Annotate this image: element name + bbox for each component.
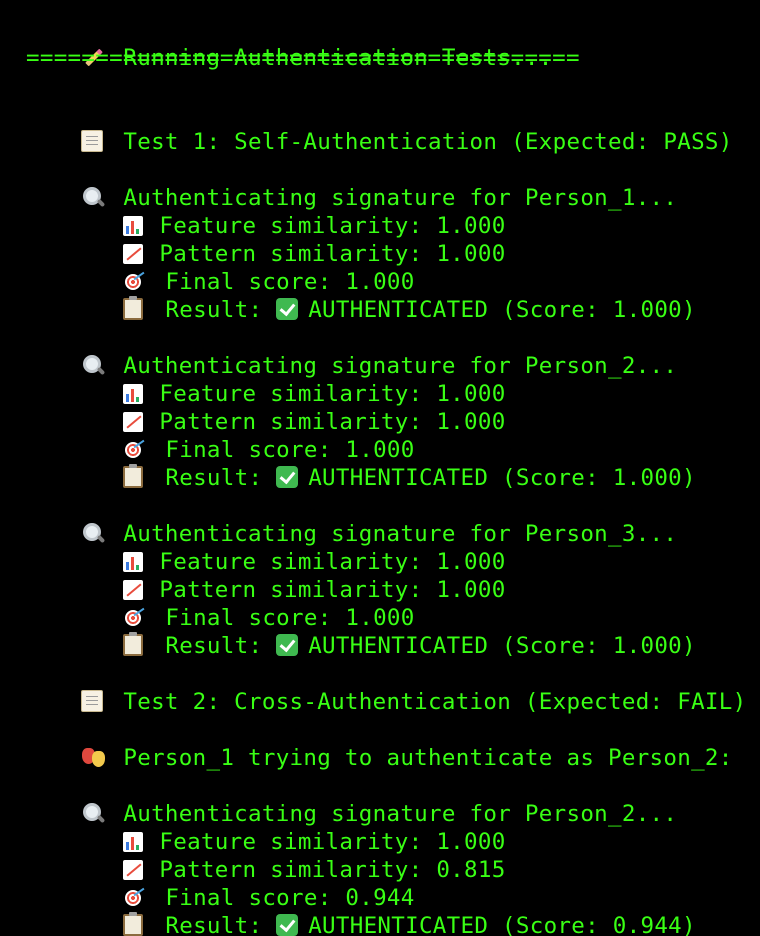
result-label: Result: — [165, 465, 263, 491]
test-2-heading: Test 2: Cross-Authentication (Expected: … — [26, 660, 746, 715]
auth-header-1: Authenticating signature for Person_1... — [26, 156, 677, 211]
result-line-1: Result: AUTHENTICATED (Score: 1.000) — [68, 268, 696, 323]
final-line-3: Final score: 1.000 — [68, 576, 415, 631]
attempt-text: Person_1 trying to authenticate as Perso… — [123, 745, 733, 771]
check-mark-icon — [276, 634, 299, 656]
result-label: Result: — [165, 633, 263, 659]
test-1-heading: Test 1: Self-Authentication (Expected: P… — [26, 100, 733, 155]
pattern-line-3: Pattern similarity: 1.000 — [68, 548, 506, 603]
pattern-line-1: Pattern similarity: 1.000 — [68, 212, 506, 267]
terminal-window: Running Authentication Tests... ========… — [0, 0, 760, 936]
result-text: AUTHENTICATED (Score: 1.000) — [308, 465, 696, 491]
result-line-4: Result: AUTHENTICATED (Score: 0.944) — [68, 884, 696, 936]
final-line-4: Final score: 0.944 — [68, 856, 415, 911]
check-mark-icon — [276, 914, 299, 936]
test-1-title: Test 1: Self-Authentication (Expected: P… — [123, 129, 733, 155]
attempt-line: Person_1 trying to authenticate as Perso… — [26, 716, 733, 771]
pattern-line-2: Pattern similarity: 1.000 — [68, 380, 506, 435]
feature-line-3: Feature similarity: 1.000 — [68, 520, 506, 575]
memo-icon — [81, 690, 104, 712]
result-text: AUTHENTICATED (Score: 1.000) — [308, 633, 696, 659]
feature-line-2: Feature similarity: 1.000 — [68, 352, 506, 407]
theater-masks-icon — [81, 746, 107, 768]
auth-header-2: Authenticating signature for Person_2... — [26, 324, 677, 379]
clipboard-icon — [123, 464, 144, 488]
result-text: AUTHENTICATED (Score: 1.000) — [308, 297, 696, 323]
memo-icon — [81, 130, 104, 152]
final-line-1: Final score: 1.000 — [68, 240, 415, 295]
title-line: Running Authentication Tests... — [26, 16, 553, 71]
check-mark-icon — [276, 298, 299, 320]
result-label: Result: — [165, 913, 263, 936]
auth-header-4: Authenticating signature for Person_2... — [26, 772, 677, 827]
result-label: Result: — [165, 297, 263, 323]
check-mark-icon — [276, 466, 299, 488]
result-line-3: Result: AUTHENTICATED (Score: 1.000) — [68, 604, 696, 659]
clipboard-icon — [123, 296, 144, 320]
feature-line-4: Feature similarity: 1.000 — [68, 800, 506, 855]
clipboard-icon — [123, 632, 144, 656]
result-line-2: Result: AUTHENTICATED (Score: 1.000) — [68, 436, 696, 491]
result-text: AUTHENTICATED (Score: 0.944) — [308, 913, 696, 936]
separator-rule: ======================================== — [26, 45, 580, 71]
final-line-2: Final score: 1.000 — [68, 408, 415, 463]
test-2-title: Test 2: Cross-Authentication (Expected: … — [123, 689, 747, 715]
clipboard-icon — [123, 912, 144, 936]
auth-header-3: Authenticating signature for Person_3... — [26, 492, 677, 547]
pattern-line-4: Pattern similarity: 0.815 — [68, 828, 506, 883]
feature-line-1: Feature similarity: 1.000 — [68, 184, 506, 239]
